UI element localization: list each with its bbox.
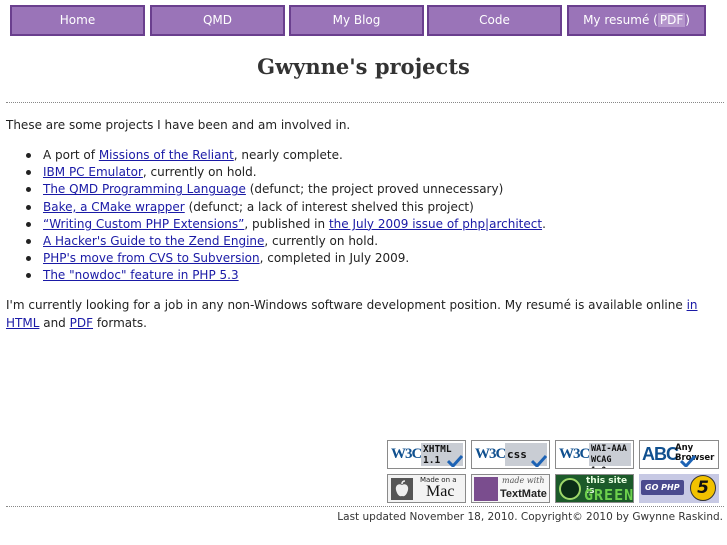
nav-resume-paren-open: ( [649,13,658,27]
badge-label-line1: XHTML [423,444,452,455]
project-link-php-svn[interactable]: PHP's move from CVS to Subversion [43,251,260,265]
item-text-post: , currently on hold. [264,233,379,248]
list-item: A Hacker's Guide to the Zend Engine, cur… [26,233,546,250]
resume-pdf-link[interactable]: PDF [70,316,93,330]
abc-logo: ABC [642,444,679,464]
any-browser-badge[interactable]: ABC Any Browser [639,440,719,469]
wai-aaa-badge[interactable]: W3C WAI-AAAWCAG 1.0 [555,440,634,469]
project-link-zend-guide[interactable]: A Hacker's Guide to the Zend Engine [43,234,264,248]
badge-label-line1: Any [675,443,694,453]
go-php5-badge[interactable]: GO PHP 5 [639,474,719,503]
job-text-2: and [39,315,70,330]
project-link-reliant[interactable]: Missions of the Reliant [99,148,234,162]
top-divider [6,102,724,103]
badge-big-text: GREEN [584,486,634,503]
item-text-post: , completed in July 2009. [259,251,410,266]
list-item: “Writing Custom PHP Extensions”, publish… [26,216,546,233]
page-title: Gwynne's projects [257,54,470,79]
w3c-logo: W3C [391,446,422,462]
project-link-bake[interactable]: Bake, a CMake wrapper [43,200,185,214]
xhtml-valid-badge[interactable]: W3C XHTML 1.1 [387,440,466,469]
checkmark-icon [447,455,463,467]
intro-text: These are some projects I have been and … [6,118,351,132]
top-nav: Home QMD My Blog Code My resumé (PDF) [10,5,718,36]
apple-logo-icon [391,478,413,500]
item-text-post: (defunct; the project proved unnecessary… [245,182,504,197]
nav-resume-button[interactable]: My resumé (PDF) [567,5,706,36]
badge-big-text: Mac [426,483,455,500]
bottom-divider [6,506,724,507]
project-link-php-extensions[interactable]: “Writing Custom PHP Extensions” [43,217,244,231]
item-text-post: . [542,216,546,231]
php5-logo-icon: 5 [690,475,716,501]
made-on-mac-badge[interactable]: Made on a Mac [387,474,466,503]
nav-resume-label[interactable]: My resumé [583,13,649,27]
list-item: The QMD Programming Language (defunct; t… [26,181,546,198]
nav-qmd-button[interactable]: QMD [150,5,285,36]
checkmark-icon [531,455,547,467]
badge-label-line2: WCAG 1.0 [591,455,612,468]
badge-big-text: TextMate [500,488,547,500]
project-link-ibm-pc-emulator[interactable]: IBM PC Emulator [43,165,143,179]
nav-blog-button[interactable]: My Blog [289,5,424,36]
badge-small-text: made with [502,476,545,485]
item-text-mid: , published in [244,216,329,231]
project-link-phparch-issue[interactable]: the July 2009 issue of php|architect [329,217,542,231]
job-text-1: I'm currently looking for a job in any n… [6,298,687,312]
nav-resume-pdf-link[interactable]: PDF [657,13,686,27]
footer-text: Last updated November 18, 2010. Copyrigh… [337,511,723,523]
list-item: PHP's move from CVS to Subversion, compl… [26,250,546,267]
badge-label-line1: WAI-AAA [591,444,627,454]
badge-area: W3C XHTML1.1 W3C css W3C WAI-AAAWCAG 1.0… [387,440,723,504]
project-link-qmd[interactable]: The QMD Programming Language [43,182,246,196]
item-text-post: , currently on hold. [142,165,257,180]
list-item: The "nowdoc" feature in PHP 5.3 [26,267,546,284]
list-item: A port of Missions of the Reliant, nearl… [26,147,546,164]
item-text-pre: A port of [43,148,99,162]
badge-small-text: GO PHP [641,480,684,495]
nav-resume-paren-close: ) [685,13,690,27]
w3c-logo: W3C [559,446,590,462]
project-link-nowdoc[interactable]: The "nowdoc" feature in PHP 5.3 [43,268,239,282]
made-with-textmate-badge[interactable]: made with TextMate [471,474,550,503]
css-valid-badge[interactable]: W3C css [471,440,550,469]
green-leaf-icon [559,478,581,500]
job-paragraph: I'm currently looking for a job in any n… [6,297,722,332]
nav-home-button[interactable]: Home [10,5,145,36]
w3c-logo: W3C [475,446,506,462]
job-text-3: formats. [93,315,147,330]
item-text-post: , nearly complete. [233,148,343,162]
list-item: IBM PC Emulator, currently on hold. [26,164,546,181]
project-list: A port of Missions of the Reliant, nearl… [26,147,546,285]
item-text-post: (defunct; a lack of interest shelved thi… [184,199,474,214]
textmate-icon [474,477,498,501]
badge-label: WAI-AAAWCAG 1.0 [589,443,631,468]
green-site-badge[interactable]: this site is GREEN [555,474,634,503]
checkmark-icon [680,455,696,467]
nav-code-button[interactable]: Code [427,5,562,36]
list-item: Bake, a CMake wrapper (defunct; a lack o… [26,199,546,216]
